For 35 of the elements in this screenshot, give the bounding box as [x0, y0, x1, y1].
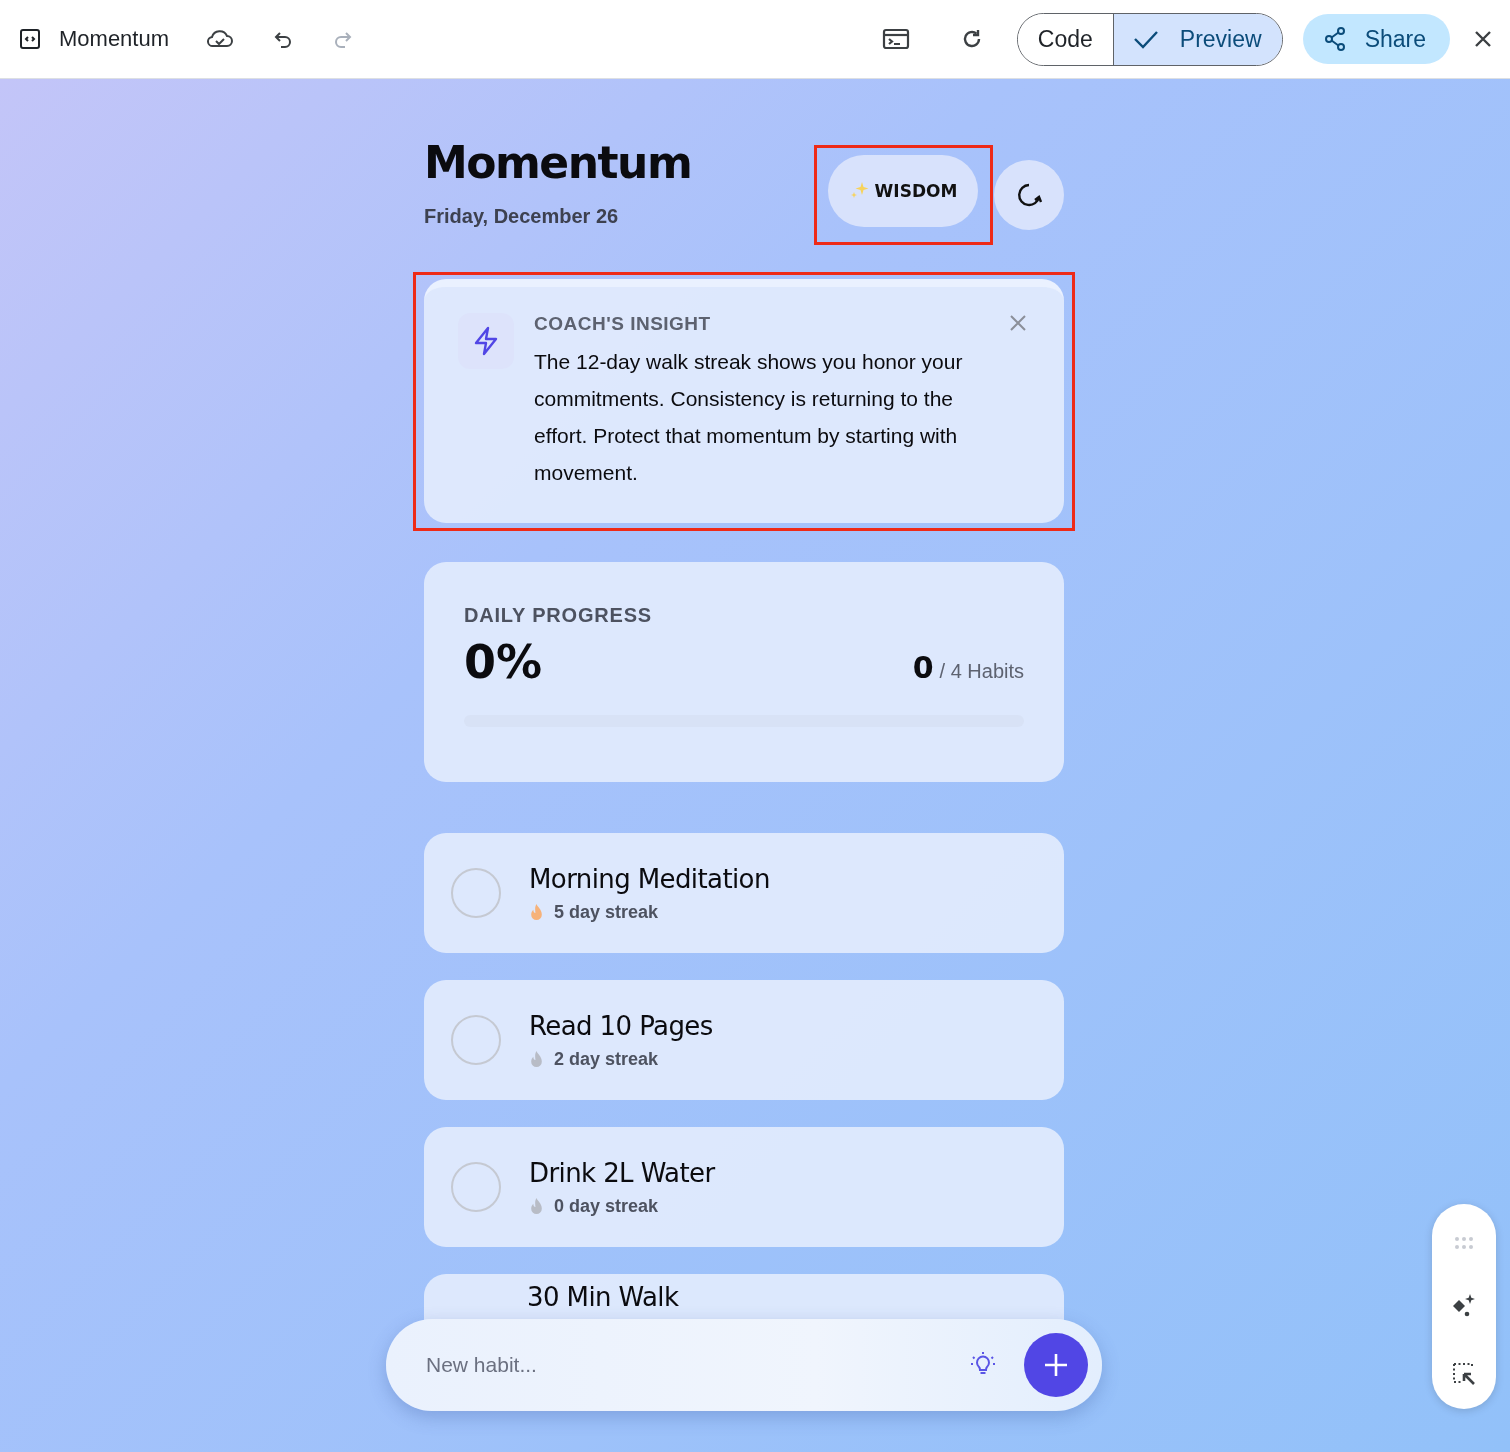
app-title: Momentum [59, 26, 170, 52]
habit-name: Drink 2L Water [529, 1157, 715, 1188]
habit-checkbox[interactable] [451, 1162, 501, 1212]
habit-name: Morning Meditation [529, 863, 770, 894]
terminal-icon[interactable] [881, 27, 910, 51]
wisdom-button[interactable]: WISDOM [828, 155, 978, 227]
streak-label: 2 day streak [554, 1048, 659, 1070]
insight-label: COACH'S INSIGHT [534, 313, 712, 335]
view-tab[interactable]: Preview [1112, 13, 1282, 65]
share-icon [1322, 26, 1347, 52]
habit-checkbox[interactable] [451, 1015, 501, 1065]
habit-name: Read 10 Pages [529, 1010, 713, 1041]
code-icon[interactable] [18, 27, 42, 51]
date-label: Friday, December 26 [424, 205, 620, 228]
add-button[interactable] [1024, 1333, 1088, 1397]
habit-total: / 4 Habits [939, 660, 1024, 683]
insight-text: The 12-day walk streak shows you honor your commitments. Consistency is returning to the effort. Protect that momentum by starting with movement. [534, 349, 964, 486]
new-habit-field[interactable]: New habit... [424, 1352, 968, 1378]
habit-name: 30 Min Walk [527, 1282, 679, 1312]
plus-icon [1043, 1352, 1069, 1378]
streak-label: 5 day streak [554, 901, 659, 923]
share-button[interactable]: Share [1302, 14, 1450, 64]
drag-handle-icon[interactable] [1454, 1236, 1474, 1250]
app-heading: Momentum [424, 137, 692, 189]
lightning-icon [458, 313, 514, 369]
progress-percent: 0% [464, 635, 543, 689]
streak-label: 0 day streak [554, 1195, 659, 1217]
habit-card[interactable]: Morning Meditation 5 day streak [424, 833, 1064, 953]
habit-card[interactable]: Read 10 Pages 2 day streak [424, 980, 1064, 1100]
habit-card[interactable]: Drink 2L Water 0 day streak [424, 1127, 1064, 1247]
progress-label: DAILY PROGRESS [464, 604, 653, 627]
select-icon[interactable] [1451, 1361, 1477, 1387]
done-count: 0 [912, 650, 934, 685]
habit-checkbox[interactable] [451, 868, 501, 918]
close-icon[interactable] [1474, 30, 1492, 48]
